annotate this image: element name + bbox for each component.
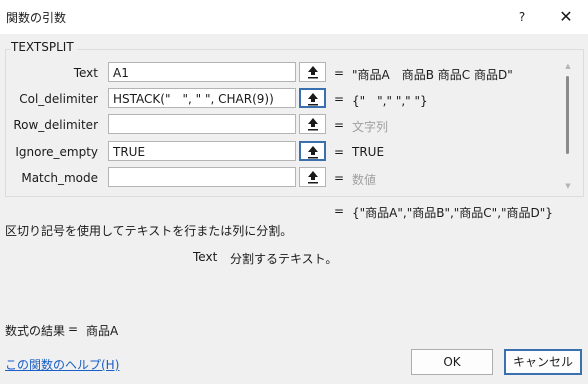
help-button[interactable]: ? [508, 6, 536, 28]
ignore-empty-input[interactable]: TRUE [108, 141, 296, 161]
scroll-down-arrow-icon[interactable]: ▼ [564, 182, 572, 190]
cancel-button[interactable]: キャンセル [504, 349, 582, 375]
equals-sign: = [334, 66, 345, 80]
equals-sign: = [334, 145, 345, 159]
argument-label: Col_delimiter [19, 92, 98, 106]
argument-result: TRUE [352, 145, 385, 159]
collapse-dialog-button[interactable] [299, 167, 326, 187]
collapse-dialog-arrow-icon [307, 93, 318, 106]
argument-description-name: Text [193, 250, 218, 264]
argument-result: 数値 [352, 173, 377, 187]
function-name: TEXTSPLIT [11, 40, 77, 54]
argument-result: {" "," "," "} [352, 94, 428, 108]
argument-label: Match_mode [21, 171, 98, 185]
dialog-title: 関数の引数 [6, 11, 67, 25]
row-delimiter-input[interactable] [108, 114, 296, 134]
argument-row-match-mode: Match_mode = 数値 [0, 167, 588, 189]
text-input[interactable]: A1 [108, 62, 296, 82]
overall-equals-sign: = [334, 204, 345, 218]
formula-result-equals: = [68, 322, 79, 336]
scroll-up-arrow-icon[interactable]: ▲ [564, 62, 572, 70]
argument-label: Ignore_empty [15, 145, 98, 159]
equals-sign: = [334, 171, 345, 185]
title-bar: 関数の引数 ? ✕ [0, 0, 588, 34]
equals-sign: = [334, 118, 345, 132]
overall-result: {"商品A","商品B","商品C","商品D"} [352, 206, 553, 220]
argument-row-ignore-empty: Ignore_empty TRUE = TRUE [0, 141, 588, 163]
collapse-dialog-arrow-icon [307, 66, 318, 79]
argument-result: 文字列 [352, 120, 389, 134]
collapse-dialog-button[interactable] [299, 62, 326, 82]
match-mode-input[interactable] [108, 167, 296, 187]
argument-description-text: 分割するテキスト。 [230, 252, 338, 266]
argument-row-col-delimiter: Col_delimiter HSTACK(" ", " ", CHAR(9)) … [0, 88, 588, 110]
collapse-dialog-button[interactable] [299, 141, 326, 161]
argument-row-text: Text A1 = "商品A 商品B 商品C 商品D" [0, 62, 588, 84]
collapse-dialog-arrow-icon [307, 118, 318, 131]
function-description: 区切り記号を使用してテキストを行または列に分割。 [5, 224, 293, 238]
close-button[interactable]: ✕ [552, 6, 580, 28]
argument-row-row-delimiter: Row_delimiter = 文字列 [0, 114, 588, 136]
function-help-link[interactable]: この関数のヘルプ(H) [5, 356, 119, 373]
argument-label: Row_delimiter [13, 118, 98, 132]
argument-label: Text [73, 66, 98, 80]
equals-sign: = [334, 92, 345, 106]
formula-result-label: 数式の結果 [5, 324, 66, 338]
scroll-thumb[interactable] [566, 76, 569, 154]
argument-result: "商品A 商品B 商品C 商品D" [352, 68, 513, 82]
collapse-dialog-button[interactable] [299, 114, 326, 134]
arguments-scrollbar[interactable]: ▲ ▼ [562, 62, 574, 190]
col-delimiter-input[interactable]: HSTACK(" ", " ", CHAR(9)) [108, 88, 296, 108]
collapse-dialog-button[interactable] [299, 88, 326, 108]
formula-result-value: 商品A [86, 324, 119, 338]
ok-button[interactable]: OK [411, 349, 493, 375]
collapse-dialog-arrow-icon [307, 171, 318, 184]
collapse-dialog-arrow-icon [307, 146, 318, 159]
